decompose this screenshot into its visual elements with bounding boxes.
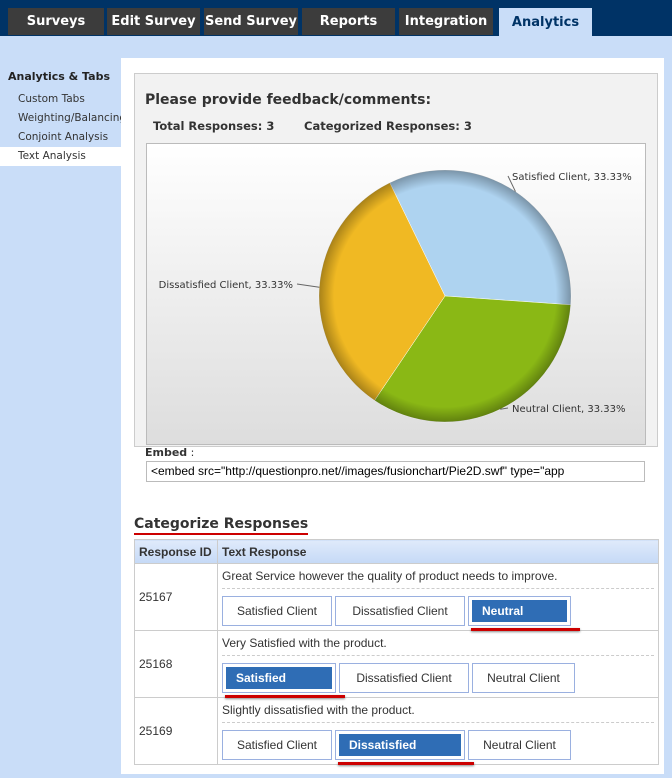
response-text: Slightly dissatisfied with the product. bbox=[222, 698, 654, 723]
categorized-responses: Categorized Responses: 3 bbox=[304, 119, 472, 133]
sidebar-item-weighting[interactable]: Weighting/Balancing bbox=[0, 109, 126, 128]
pie-label: Dissatisfied Client, 33.33% bbox=[159, 280, 293, 291]
neutral-client-button[interactable]: Neutral Client bbox=[472, 663, 575, 693]
pie-chart: Satisfied Client, 33.33% Neutral Client, … bbox=[146, 143, 646, 445]
category-buttons: Satisfied Client Dissatisfied Client Neutr… bbox=[222, 596, 654, 640]
responses-table: Response ID Text Response 25167 Great Ser… bbox=[134, 539, 659, 774]
response-id: 25169 bbox=[134, 697, 218, 765]
tab-reports[interactable]: Reports bbox=[302, 8, 395, 35]
response-id: 25167 bbox=[134, 563, 218, 631]
table-row: 25168 Very Satisfied with the product. Sat… bbox=[134, 630, 659, 707]
tab-integration[interactable]: Integration bbox=[399, 8, 493, 35]
dissatisfied-client-button[interactable]: Dissatisfied Client bbox=[335, 730, 474, 774]
response-cell: Slightly dissatisfied with the product. S… bbox=[217, 697, 659, 774]
category-buttons: Satisfied Client Dissatisfied Client Neutr… bbox=[222, 663, 654, 707]
tab-analytics[interactable]: Analytics bbox=[499, 8, 592, 36]
embed-code-input[interactable]: <embed src="http://questionpro.net//imag… bbox=[146, 461, 645, 482]
column-header-text: Text Response bbox=[217, 539, 659, 564]
sidebar-item-text-analysis[interactable]: Text Analysis bbox=[0, 147, 121, 166]
pie-label: Neutral Client, 33.33% bbox=[512, 404, 626, 415]
tab-send-survey[interactable]: Send Survey bbox=[204, 8, 298, 35]
embed-label: Embed : bbox=[145, 446, 195, 459]
tab-surveys[interactable]: Surveys bbox=[8, 8, 104, 35]
neutral-client-button[interactable]: Neutral Client bbox=[468, 596, 580, 640]
tab-edit-survey[interactable]: Edit Survey bbox=[107, 8, 200, 35]
pie-label: Satisfied Client, 33.33% bbox=[512, 172, 632, 183]
dissatisfied-client-button[interactable]: Dissatisfied Client bbox=[335, 596, 465, 626]
total-responses: Total Responses: 3 bbox=[153, 119, 275, 133]
neutral-client-button[interactable]: Neutral Client bbox=[468, 730, 571, 760]
response-cell: Great Service however the quality of pro… bbox=[217, 563, 659, 640]
column-header-id: Response ID bbox=[134, 539, 218, 564]
response-cell: Very Satisfied with the product. Satisfie… bbox=[217, 630, 659, 707]
satisfied-client-button[interactable]: Satisfied Client bbox=[222, 663, 345, 707]
satisfied-client-button[interactable]: Satisfied Client bbox=[222, 730, 332, 760]
table-row: 25167 Great Service however the quality o… bbox=[134, 563, 659, 640]
response-text: Very Satisfied with the product. bbox=[222, 631, 654, 656]
sidebar: Analytics & Tabs Custom Tabs Weighting/B… bbox=[0, 58, 126, 166]
sidebar-heading: Analytics & Tabs bbox=[8, 70, 110, 83]
sidebar-item-conjoint[interactable]: Conjoint Analysis bbox=[0, 128, 121, 147]
top-nav: Surveys Edit Survey Send Survey Reports … bbox=[0, 0, 672, 36]
response-text: Great Service however the quality of pro… bbox=[222, 564, 654, 589]
main-panel: Please provide feedback/comments: Total … bbox=[121, 58, 664, 774]
satisfied-client-button[interactable]: Satisfied Client bbox=[222, 596, 332, 626]
pie-label-line bbox=[296, 283, 320, 288]
table-row: 25169 Slightly dissatisfied with the prod… bbox=[134, 697, 659, 774]
category-buttons: Satisfied Client Dissatisfied Client Neutr… bbox=[222, 730, 654, 774]
sidebar-item-custom-tabs[interactable]: Custom Tabs bbox=[0, 90, 121, 109]
question-title: Please provide feedback/comments: bbox=[145, 92, 432, 108]
dissatisfied-client-button[interactable]: Dissatisfied Client bbox=[339, 663, 469, 693]
categorize-heading: Categorize Responses bbox=[134, 516, 309, 535]
chart-panel: Please provide feedback/comments: Total … bbox=[134, 73, 658, 447]
response-id: 25168 bbox=[134, 630, 218, 698]
pie-chart-svg: Satisfied Client, 33.33% Neutral Client, … bbox=[159, 169, 632, 423]
